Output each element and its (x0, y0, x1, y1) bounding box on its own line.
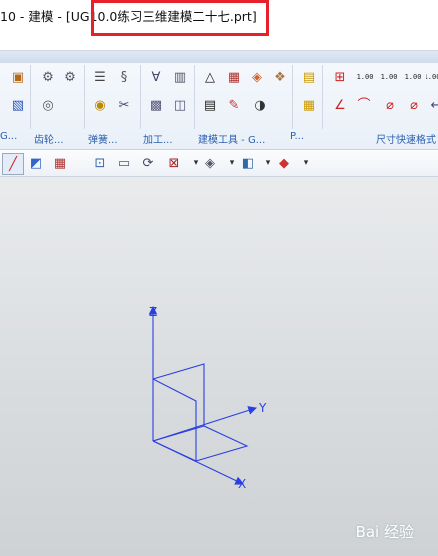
redo-icon[interactable]: ↩ (426, 95, 438, 115)
group-label-spring[interactable]: 弹簧... (88, 131, 118, 146)
angle-icon[interactable]: ∠ (330, 95, 350, 115)
filter-dropdown-icon[interactable]: ▾ (296, 153, 316, 173)
separator (30, 65, 31, 129)
block-icon[interactable]: ▥ (170, 67, 190, 87)
xy-plane (152, 425, 249, 462)
separator (84, 65, 85, 129)
measure-value-2[interactable]: 1.00 (378, 67, 400, 87)
tolerance-icon[interactable]: ◑ (250, 95, 270, 115)
separator (140, 65, 141, 129)
group-label-dimension-format[interactable]: 尺寸快速格式 (376, 131, 436, 146)
sketch-line-icon[interactable]: ╱ (2, 153, 24, 175)
dimension-icon[interactable]: ⊞ (330, 67, 350, 87)
stack-icon[interactable]: ▤ (299, 67, 319, 87)
gear-pair-icon[interactable]: ⚙ (60, 67, 80, 87)
cube-view-icon[interactable]: ◧ (238, 153, 258, 173)
fit-view-icon[interactable]: ⊡ (90, 153, 110, 173)
radius-icon[interactable]: ⌀ (404, 95, 424, 115)
gear-icon[interactable]: ⚙ (38, 67, 58, 87)
filter-icon[interactable]: ◆ (274, 153, 294, 173)
z-axis-label: Z (149, 305, 157, 319)
spring-icon[interactable]: § (114, 67, 134, 87)
datum-icon[interactable]: ▧ (8, 95, 28, 115)
group-label-g[interactable]: G... (0, 131, 17, 142)
separator (292, 65, 293, 129)
note-icon[interactable]: ▤ (200, 95, 220, 115)
layer-icon[interactable]: ▦ (299, 95, 319, 115)
arc-length-icon[interactable]: ⌒ (354, 95, 374, 115)
diameter-icon[interactable]: ⌀ (380, 95, 400, 115)
measure-value-1[interactable]: 1.00 (354, 67, 376, 87)
xz-plane (152, 378, 197, 462)
grid-icon[interactable]: ▦ (224, 67, 244, 87)
component-icon[interactable]: ◈ (247, 67, 267, 87)
view-toolbar: ╱ ◩ ▦ ⊡ ▭ ⟳ ⊠ ▾ ◈ ▾ ◧ ▾ ◆ ▾ (0, 150, 438, 177)
list-icon[interactable]: ☰ (90, 67, 110, 87)
triangle-icon[interactable]: △ (200, 67, 220, 87)
title-bar: 10 - 建模 - [UG10.0练习三维建模二十七.prt] (0, 0, 438, 36)
compression-spring-icon[interactable]: ◉ (90, 95, 110, 115)
zoom-icon[interactable]: ▭ (114, 153, 134, 173)
assembly-icon[interactable]: ❖ (270, 67, 290, 87)
annotation-highlight (91, 0, 269, 36)
measure-value-3[interactable]: 1.00 (402, 67, 424, 87)
rotate-icon[interactable]: ⟳ (138, 153, 158, 173)
measure-value-4[interactable]: 1.00 (426, 67, 438, 87)
chamfer-icon[interactable]: ∀ (146, 67, 166, 87)
bevel-gear-icon[interactable]: ◎ (38, 95, 58, 115)
group-label-modeling-tools[interactable]: 建模工具 - G... (198, 131, 265, 146)
y-axis-label: Y (258, 401, 267, 415)
coordinate-system: Z Y X (148, 305, 267, 491)
separator (322, 65, 323, 129)
group-label-gear[interactable]: 齿轮... (34, 131, 64, 146)
snap-icon[interactable]: ◩ (26, 153, 46, 173)
shaft-icon[interactable]: ◫ (170, 95, 190, 115)
x-axis-label: X (238, 477, 246, 491)
group-label-p[interactable]: P... (290, 131, 304, 142)
graphics-viewport[interactable]: Z Y X Bai 经验 (0, 177, 438, 556)
group-label-machining[interactable]: 加工... (143, 131, 173, 146)
separator (194, 65, 195, 129)
tool-icon[interactable]: ✂ (114, 95, 134, 115)
orient-view-icon[interactable]: ⊠ (164, 153, 184, 173)
pocket-icon[interactable]: ▩ (146, 95, 166, 115)
grid-view-icon[interactable]: ▦ (50, 153, 70, 173)
render-style-icon[interactable]: ◈ (200, 153, 220, 173)
ribbon-tab-strip (0, 51, 438, 63)
part-icon[interactable]: ▣ (8, 67, 28, 87)
watermark: Bai 经验 (355, 523, 414, 541)
pencil-icon[interactable]: ✎ (224, 95, 244, 115)
